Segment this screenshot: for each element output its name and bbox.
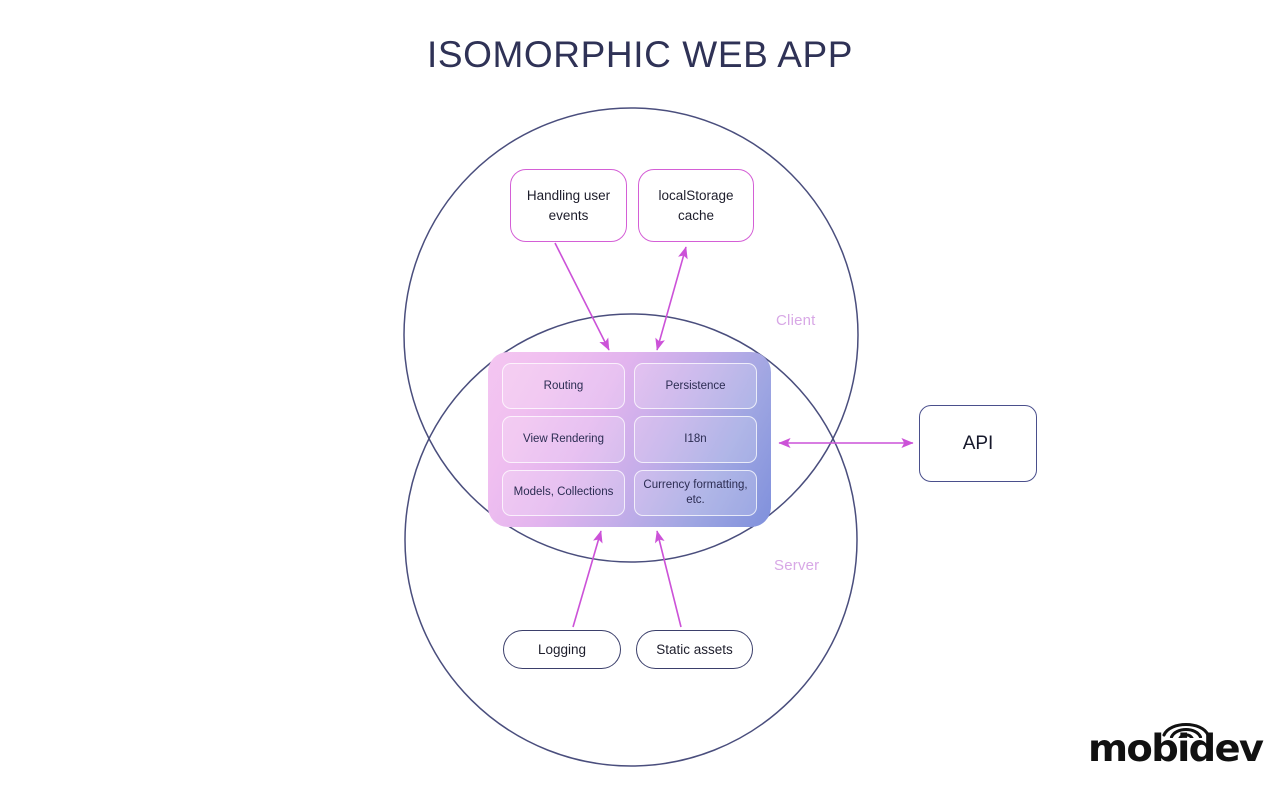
node-localstorage-cache[interactable]: localStorage cache [638, 169, 754, 242]
node-logging[interactable]: Logging [503, 630, 621, 669]
shared-code-panel: Routing Persistence View Rendering I18n … [488, 352, 771, 527]
node-api[interactable]: API [919, 405, 1037, 482]
arrow-core-to-localstorage [655, 246, 688, 351]
core-cell-routing[interactable]: Routing [502, 363, 625, 410]
arrow-handling-user-events-to-core [554, 242, 610, 351]
core-cell-view-rendering[interactable]: View Rendering [502, 416, 625, 463]
core-cell-currency-formatting[interactable]: Currency formatting, etc. [634, 469, 757, 516]
mobidev-logo: mobidev [1088, 716, 1264, 770]
client-circle-label: Client [776, 312, 816, 329]
diagram-canvas: ISOMORPHIC WEB APP Client Server Handlin… [0, 0, 1280, 800]
server-circle-label: Server [774, 557, 820, 574]
node-handling-user-events[interactable]: Handling user events [510, 169, 627, 242]
node-static-assets[interactable]: Static assets [636, 630, 753, 669]
arrow-static-assets-to-core [654, 530, 682, 628]
page-title: ISOMORPHIC WEB APP [426, 34, 854, 75]
mobidev-logo-wordmark: mobidev [1088, 727, 1264, 770]
arrow-logging-to-core [572, 530, 603, 628]
core-cell-i18n[interactable]: I18n [634, 416, 757, 463]
core-cell-models-collections[interactable]: Models, Collections [502, 469, 625, 516]
core-cell-persistence[interactable]: Persistence [634, 363, 757, 410]
